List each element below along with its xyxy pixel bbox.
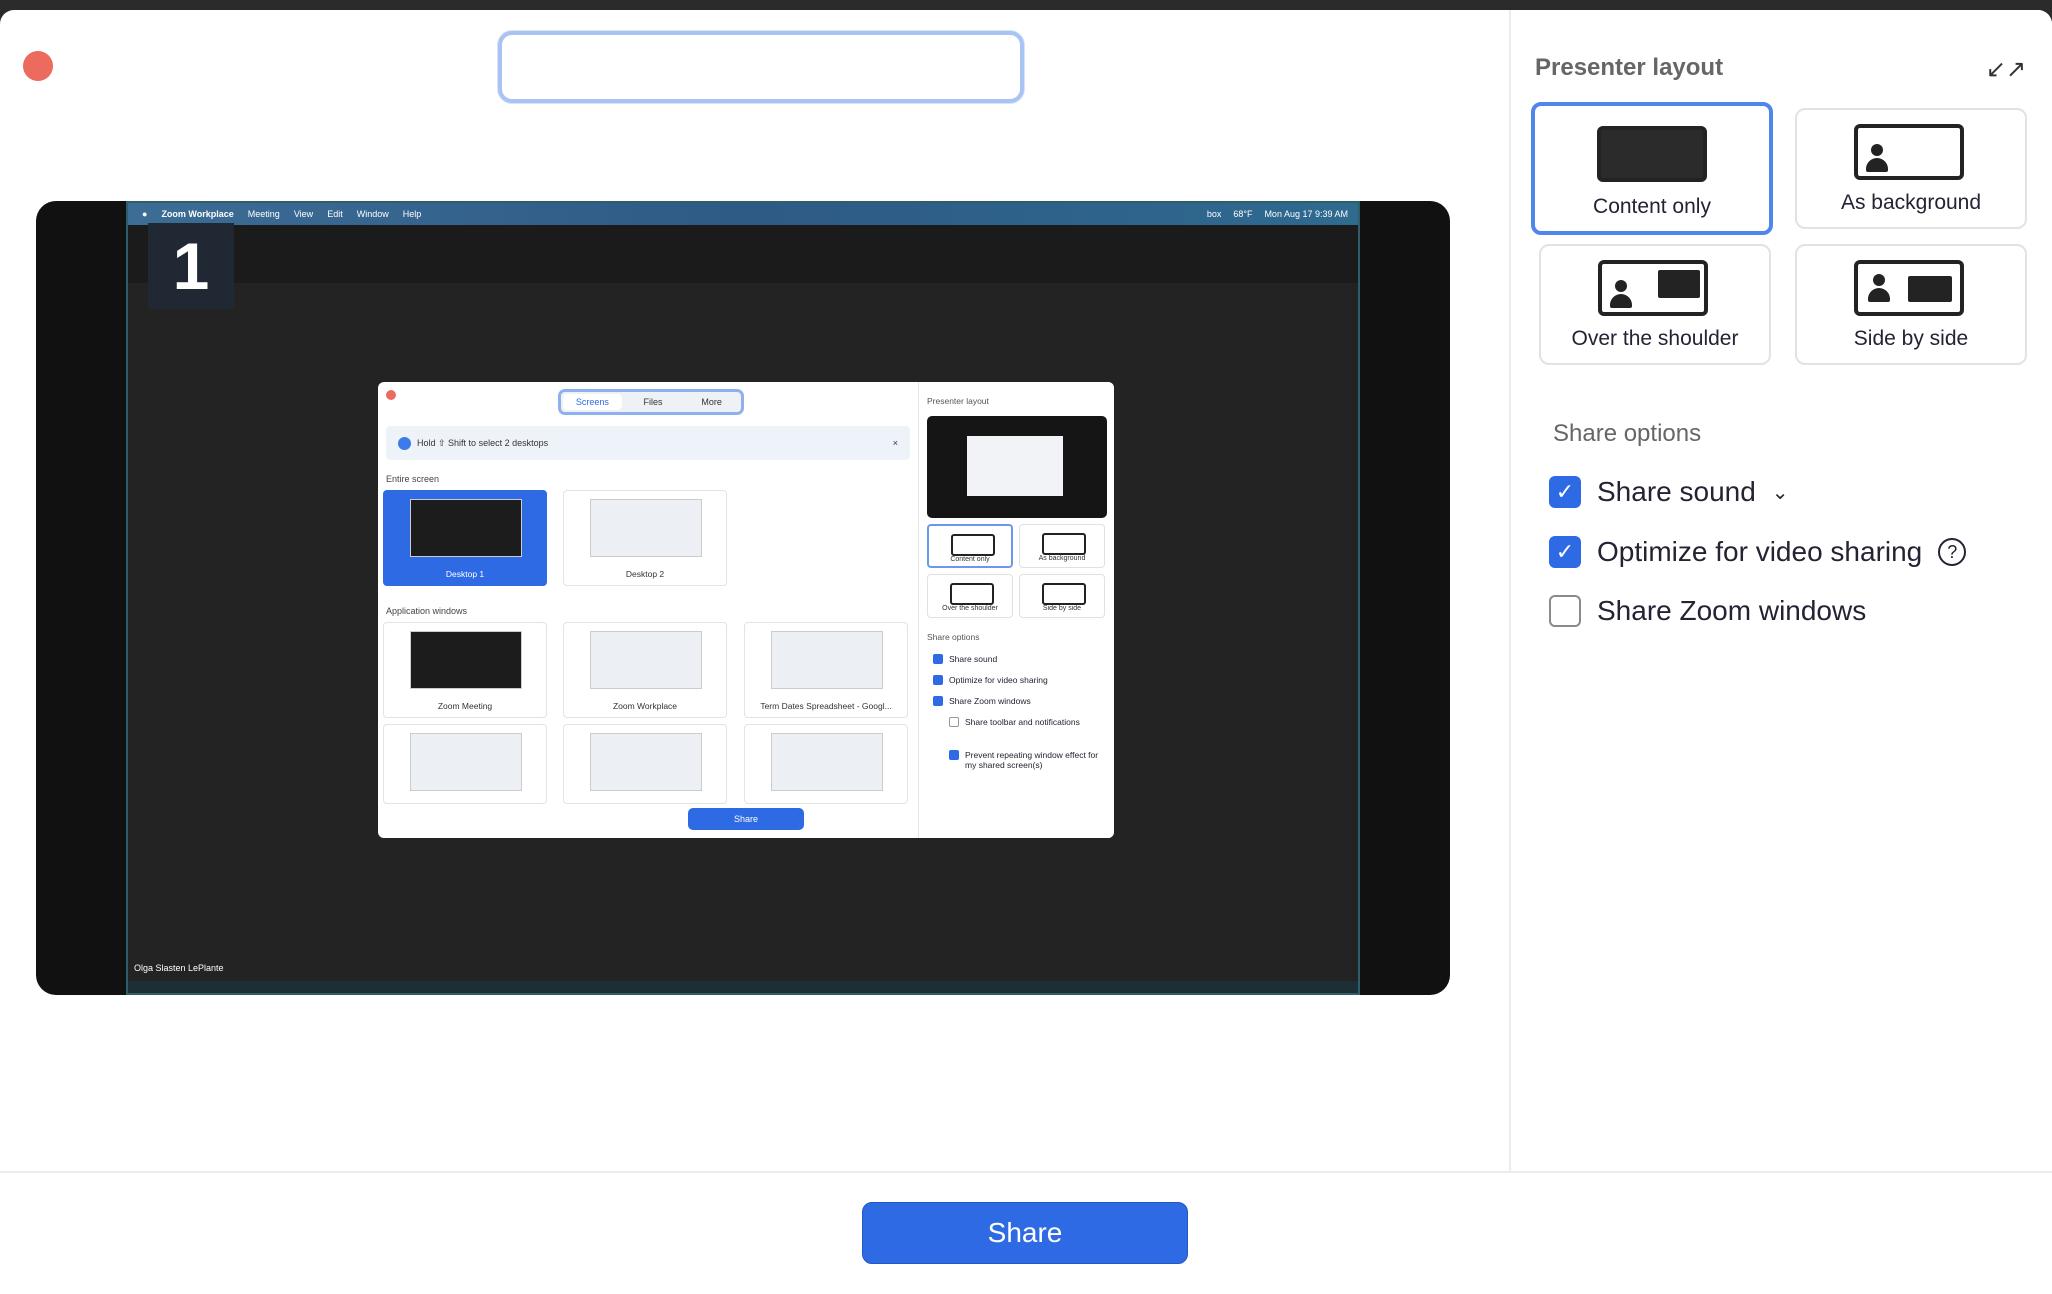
screen-number-badge: 1 xyxy=(148,223,234,309)
close-icon: × xyxy=(892,438,898,448)
help-icon[interactable]: ? xyxy=(1938,538,1967,566)
side-by-side-icon xyxy=(1854,260,1964,316)
option-optimize-video[interactable]: ✓ Optimize for video sharing ? xyxy=(1549,536,1967,568)
weather-text: 68°F xyxy=(1233,209,1253,219)
mini-app-tile xyxy=(744,724,908,804)
mini-app-windows-label: Application windows xyxy=(386,606,468,616)
share-options-title: Share options xyxy=(1553,420,1702,447)
chevron-down-icon[interactable]: ⌄ xyxy=(1772,480,1789,505)
mini-option: Prevent repeating window effect for my s… xyxy=(949,750,1099,770)
menubar-app-name: Zoom Workplace xyxy=(161,209,234,219)
mini-share-button: Share xyxy=(688,808,804,830)
mini-layout-preview xyxy=(927,416,1107,518)
share-sound-checkbox[interactable]: ✓ xyxy=(1549,476,1581,508)
layout-side-by-side[interactable]: Side by side xyxy=(1795,244,2027,365)
clock-text: Mon Aug 17 9:39 AM xyxy=(1264,209,1348,219)
option-share-zoom-windows[interactable]: Share Zoom windows xyxy=(1549,595,1866,627)
share-zoom-windows-checkbox[interactable] xyxy=(1549,595,1581,627)
menubar-item: Window xyxy=(356,209,389,219)
mac-menubar: ● Zoom Workplace Meeting View Edit Windo… xyxy=(128,203,1358,225)
option-share-sound[interactable]: ✓ Share sound ⌄ xyxy=(1549,476,1789,508)
box-icon: box xyxy=(1206,209,1222,219)
option-label: Optimize for video sharing xyxy=(1597,536,1923,567)
info-icon xyxy=(398,436,411,450)
content-only-icon xyxy=(1597,126,1707,182)
window-strip xyxy=(128,225,1358,283)
collapse-icon[interactable]: ↙↗ xyxy=(1986,52,2026,86)
mini-option: Share toolbar and notifications xyxy=(949,717,1089,727)
menubar-item: Meeting xyxy=(247,209,280,219)
options-panel: Presenter layout ↙↗ Content only As back… xyxy=(1509,10,2052,1171)
participant-name-tag: Olga Slasten LePlante xyxy=(134,963,224,973)
presenter-layout-title: Presenter layout xyxy=(1535,54,1724,81)
mini-entire-screen-label: Entire screen xyxy=(386,474,440,484)
menubar-item: View xyxy=(293,209,314,219)
layout-label: Content only xyxy=(1593,195,1711,218)
mini-desktop-tile: Desktop 2 xyxy=(563,490,727,586)
mini-layout-option: Content only xyxy=(927,524,1013,568)
layout-as-background[interactable]: As background xyxy=(1795,108,2027,229)
share-screen-window: ● Zoom Workplace Meeting View Edit Windo… xyxy=(0,10,2052,1294)
over-the-shoulder-icon xyxy=(1598,260,1708,316)
mini-app-tile: Term Dates Spreadsheet - Googl... xyxy=(744,622,908,718)
layout-label: As background xyxy=(1840,191,1982,214)
mini-info-text: Hold ⇧ Shift to select 2 desktops xyxy=(417,437,549,448)
mini-option: Share Zoom windows xyxy=(933,696,1031,706)
mini-option: Share sound xyxy=(933,654,997,664)
mini-tab: Files xyxy=(643,397,663,407)
mini-app-tile: Zoom Meeting xyxy=(383,622,547,718)
mini-layout-option: Side by side xyxy=(1019,574,1105,618)
layout-content-only[interactable]: Content only xyxy=(1531,102,1773,235)
mini-close-dot xyxy=(386,390,396,400)
mini-tab: Screens xyxy=(563,394,622,410)
desktop-screenshot: ● Zoom Workplace Meeting View Edit Windo… xyxy=(126,201,1360,995)
share-button[interactable]: Share xyxy=(862,1202,1188,1264)
mini-layout-option: As background xyxy=(1019,524,1105,568)
optimize-video-checkbox[interactable]: ✓ xyxy=(1549,536,1581,568)
close-window-button[interactable] xyxy=(23,51,53,81)
layout-label: Side by side xyxy=(1853,327,1969,350)
option-label: Share sound xyxy=(1597,476,1756,507)
mini-layout-option: Over the shoulder xyxy=(927,574,1013,618)
mini-presenter-title: Presenter layout xyxy=(927,396,989,406)
layout-over-the-shoulder[interactable]: Over the shoulder xyxy=(1539,244,1771,365)
mini-tabs: Screens Files More xyxy=(558,389,744,415)
mini-share-dialog: Screens Files More Hold ⇧ Shift to selec… xyxy=(378,382,1114,838)
menubar-item: Help xyxy=(402,209,422,219)
source-tabs-box[interactable] xyxy=(498,31,1024,103)
as-background-icon xyxy=(1854,124,1964,180)
mini-desktop-tile: Desktop 1 xyxy=(383,490,547,586)
mini-app-tile xyxy=(383,724,547,804)
screen-preview[interactable]: ● Zoom Workplace Meeting View Edit Windo… xyxy=(36,201,1450,995)
menubar-item: Edit xyxy=(327,209,343,219)
option-label: Share Zoom windows xyxy=(1597,595,1867,626)
mini-right-panel: Presenter layout Content only As backgro… xyxy=(918,382,1114,838)
mini-tab: More xyxy=(701,397,722,407)
mini-option: Optimize for video sharing xyxy=(933,675,1048,685)
footer-divider xyxy=(0,1171,2052,1173)
menubar-status: box 68°F Mon Aug 17 9:39 AM xyxy=(1207,209,1358,219)
layout-label: Over the shoulder xyxy=(1571,327,1739,350)
mini-info-banner: Hold ⇧ Shift to select 2 desktops × xyxy=(386,426,910,460)
screen-bottom-bar xyxy=(128,981,1358,993)
mini-share-options-title: Share options xyxy=(927,632,980,642)
mini-app-tile: Zoom Workplace xyxy=(563,622,727,718)
mini-app-tile xyxy=(563,724,727,804)
apple-icon: ● xyxy=(142,209,148,219)
